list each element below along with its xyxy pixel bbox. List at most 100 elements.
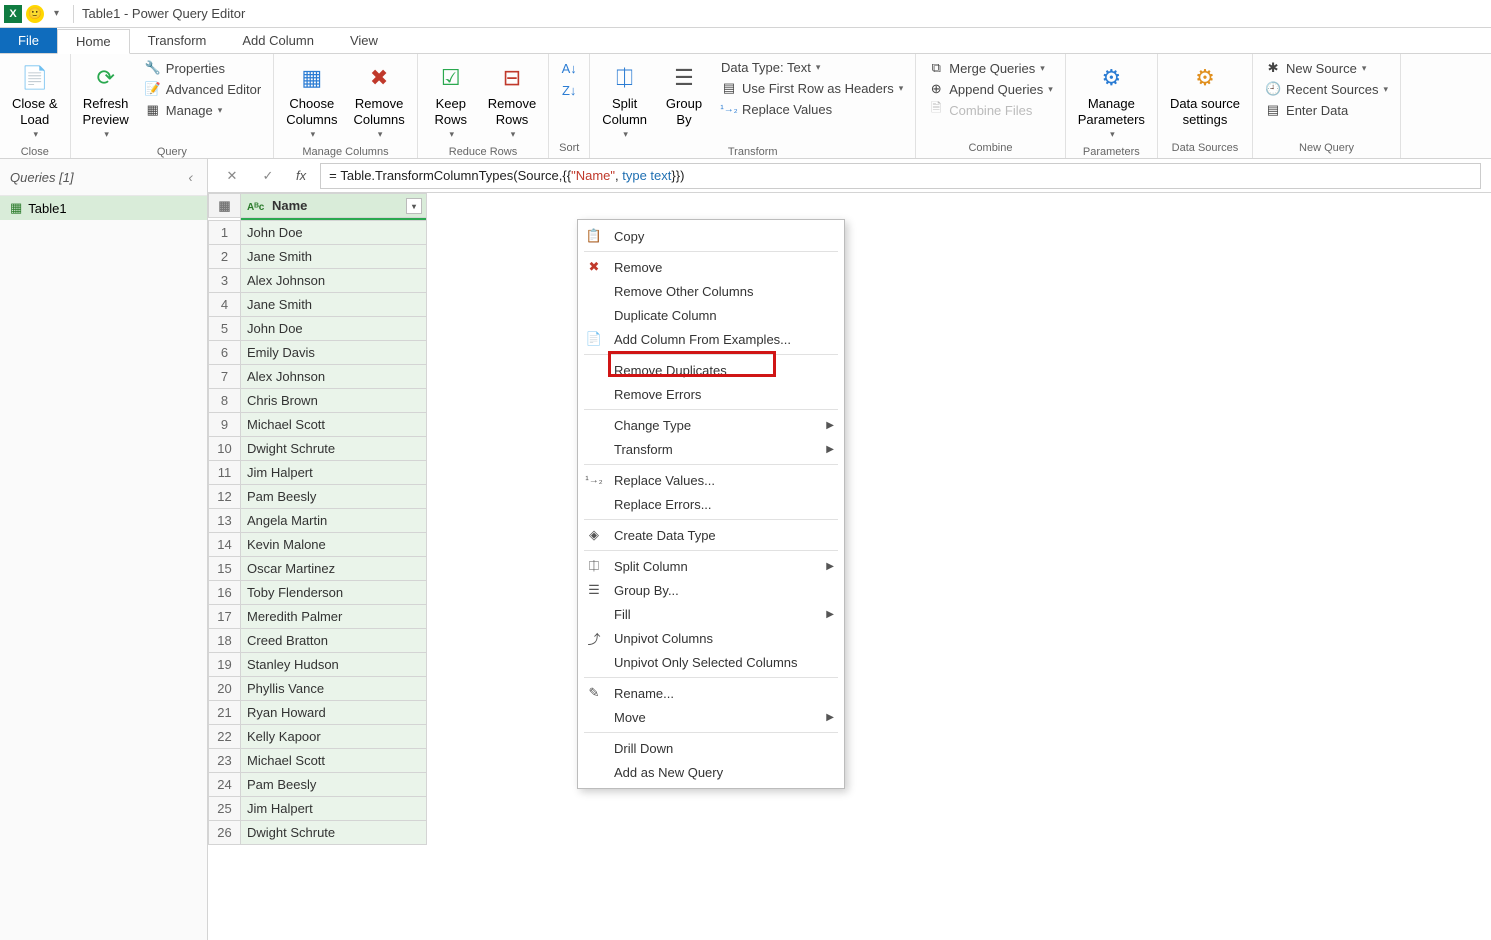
- cell-name[interactable]: Jim Halpert: [241, 461, 427, 485]
- table-row[interactable]: 14Kevin Malone: [209, 533, 427, 557]
- tab-transform[interactable]: Transform: [130, 28, 225, 53]
- cell-name[interactable]: Jim Halpert: [241, 797, 427, 821]
- manage-parameters-button[interactable]: ⚙ Manage Parameters ▾: [1074, 58, 1149, 144]
- sort-desc-button[interactable]: Z↓: [557, 80, 581, 100]
- qat-dropdown-icon[interactable]: ▾: [54, 8, 59, 19]
- table-row[interactable]: 24Pam Beesly: [209, 773, 427, 797]
- table-row[interactable]: 16Toby Flenderson: [209, 581, 427, 605]
- table-row[interactable]: 17Meredith Palmer: [209, 605, 427, 629]
- table-row[interactable]: 19Stanley Hudson: [209, 653, 427, 677]
- table-row[interactable]: 5John Doe: [209, 317, 427, 341]
- row-index[interactable]: 8: [209, 389, 241, 413]
- group-by-button[interactable]: ☰ Group By: [659, 58, 709, 133]
- row-index[interactable]: 9: [209, 413, 241, 437]
- menu-split-column[interactable]: ⎅Split Column▶: [578, 554, 844, 578]
- cell-name[interactable]: Chris Brown: [241, 389, 427, 413]
- table-row[interactable]: 22Kelly Kapoor: [209, 725, 427, 749]
- cell-name[interactable]: Jane Smith: [241, 245, 427, 269]
- table-row[interactable]: 25Jim Halpert: [209, 797, 427, 821]
- cell-name[interactable]: Toby Flenderson: [241, 581, 427, 605]
- tab-home[interactable]: Home: [57, 29, 130, 54]
- row-index[interactable]: 16: [209, 581, 241, 605]
- cell-name[interactable]: Michael Scott: [241, 749, 427, 773]
- cell-name[interactable]: Alex Johnson: [241, 365, 427, 389]
- row-index[interactable]: 23: [209, 749, 241, 773]
- formula-input[interactable]: = Table.TransformColumnTypes(Source,{{"N…: [320, 163, 1481, 189]
- data-grid[interactable]: ▦ Aᴮc Name ▾ 1John Doe2Jane Smith3Alex J…: [208, 193, 1491, 940]
- manage-button[interactable]: ▦Manage: [141, 100, 265, 120]
- table-row[interactable]: 18Creed Bratton: [209, 629, 427, 653]
- table-row[interactable]: 15Oscar Martinez: [209, 557, 427, 581]
- table-row[interactable]: 6Emily Davis: [209, 341, 427, 365]
- data-type-button[interactable]: Data Type: Text: [717, 58, 907, 77]
- cell-name[interactable]: Stanley Hudson: [241, 653, 427, 677]
- query-item-table1[interactable]: ▦ Table1: [0, 196, 207, 220]
- row-index[interactable]: 15: [209, 557, 241, 581]
- menu-remove-errors[interactable]: Remove Errors: [578, 382, 844, 406]
- menu-remove-duplicates[interactable]: Remove Duplicates: [578, 358, 844, 382]
- data-source-settings-button[interactable]: ⚙ Data source settings: [1166, 58, 1244, 133]
- menu-add-as-new-query[interactable]: Add as New Query: [578, 760, 844, 784]
- tab-view[interactable]: View: [332, 28, 396, 53]
- menu-group-by[interactable]: ☰Group By...: [578, 578, 844, 602]
- menu-replace-values[interactable]: ¹→₂Replace Values...: [578, 468, 844, 492]
- table-row[interactable]: 26Dwight Schrute: [209, 821, 427, 845]
- tab-add-column[interactable]: Add Column: [224, 28, 332, 53]
- menu-fill[interactable]: Fill▶: [578, 602, 844, 626]
- menu-duplicate-column[interactable]: Duplicate Column: [578, 303, 844, 327]
- column-dropdown-button[interactable]: ▾: [406, 198, 422, 214]
- row-index[interactable]: 21: [209, 701, 241, 725]
- cell-name[interactable]: Creed Bratton: [241, 629, 427, 653]
- table-row[interactable]: 11Jim Halpert: [209, 461, 427, 485]
- menu-replace-errors[interactable]: Replace Errors...: [578, 492, 844, 516]
- row-index[interactable]: 12: [209, 485, 241, 509]
- menu-create-data-type[interactable]: ◈Create Data Type: [578, 523, 844, 547]
- cell-name[interactable]: Pam Beesly: [241, 773, 427, 797]
- cell-name[interactable]: Phyllis Vance: [241, 677, 427, 701]
- cell-name[interactable]: John Doe: [241, 317, 427, 341]
- cell-name[interactable]: Kelly Kapoor: [241, 725, 427, 749]
- new-source-button[interactable]: ✱New Source: [1261, 58, 1392, 78]
- cell-name[interactable]: John Doe: [241, 221, 427, 245]
- row-index[interactable]: 7: [209, 365, 241, 389]
- menu-move[interactable]: Move▶: [578, 705, 844, 729]
- row-index[interactable]: 13: [209, 509, 241, 533]
- menu-remove-other-columns[interactable]: Remove Other Columns: [578, 279, 844, 303]
- row-index[interactable]: 2: [209, 245, 241, 269]
- menu-remove[interactable]: ✖Remove: [578, 255, 844, 279]
- table-row[interactable]: 13Angela Martin: [209, 509, 427, 533]
- row-index[interactable]: 24: [209, 773, 241, 797]
- table-row[interactable]: 8Chris Brown: [209, 389, 427, 413]
- row-index[interactable]: 17: [209, 605, 241, 629]
- split-column-button[interactable]: ⎅ Split Column ▾: [598, 58, 651, 144]
- table-row[interactable]: 3Alex Johnson: [209, 269, 427, 293]
- close-load-button[interactable]: 📄 Close & Load ▾: [8, 58, 62, 144]
- formula-cancel-button[interactable]: ✕: [218, 163, 246, 189]
- cell-name[interactable]: Oscar Martinez: [241, 557, 427, 581]
- row-index[interactable]: 4: [209, 293, 241, 317]
- row-index[interactable]: 14: [209, 533, 241, 557]
- cell-name[interactable]: Angela Martin: [241, 509, 427, 533]
- cell-name[interactable]: Michael Scott: [241, 413, 427, 437]
- choose-columns-button[interactable]: ▦ Choose Columns ▾: [282, 58, 341, 144]
- row-index[interactable]: 25: [209, 797, 241, 821]
- cell-name[interactable]: Dwight Schrute: [241, 437, 427, 461]
- row-index[interactable]: 3: [209, 269, 241, 293]
- row-index[interactable]: 22: [209, 725, 241, 749]
- collapse-pane-icon[interactable]: ‹: [184, 165, 197, 189]
- append-queries-button[interactable]: ⊕Append Queries: [924, 79, 1056, 99]
- cell-name[interactable]: Meredith Palmer: [241, 605, 427, 629]
- refresh-preview-button[interactable]: ⟳ Refresh Preview ▾: [79, 58, 133, 144]
- recent-sources-button[interactable]: 🕘Recent Sources: [1261, 79, 1392, 99]
- table-row[interactable]: 7Alex Johnson: [209, 365, 427, 389]
- enter-data-button[interactable]: ▤Enter Data: [1261, 100, 1392, 120]
- cell-name[interactable]: Ryan Howard: [241, 701, 427, 725]
- formula-commit-button[interactable]: ✓: [254, 163, 282, 189]
- row-index[interactable]: 20: [209, 677, 241, 701]
- menu-add-column-from-examples[interactable]: 📄Add Column From Examples...: [578, 327, 844, 351]
- row-index[interactable]: 18: [209, 629, 241, 653]
- row-index[interactable]: 6: [209, 341, 241, 365]
- sort-asc-button[interactable]: A↓: [557, 58, 581, 78]
- table-row[interactable]: 2Jane Smith: [209, 245, 427, 269]
- row-index[interactable]: 11: [209, 461, 241, 485]
